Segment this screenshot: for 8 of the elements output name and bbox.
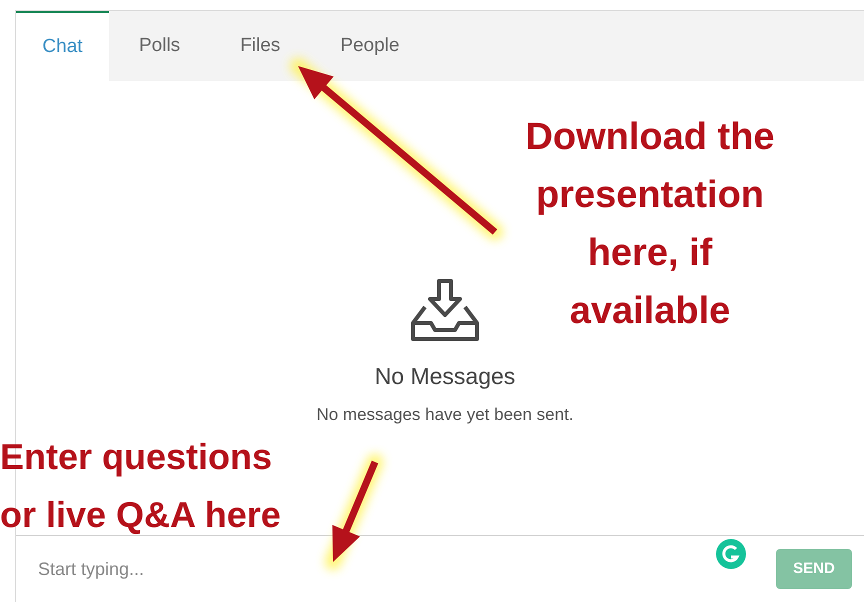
tab[interactable]: Chat bbox=[16, 11, 109, 81]
annotation-text: Enter questions or live Q&A here bbox=[0, 435, 281, 537]
empty-message: No messages have yet been sent. bbox=[316, 404, 574, 426]
tab[interactable]: People bbox=[310, 11, 430, 81]
tab[interactable]: Files bbox=[210, 11, 310, 81]
empty-title: No Messages bbox=[374, 362, 516, 391]
tab[interactable]: Polls bbox=[109, 11, 210, 81]
annotation-text: Download the presentation here, if available bbox=[524, 115, 776, 334]
